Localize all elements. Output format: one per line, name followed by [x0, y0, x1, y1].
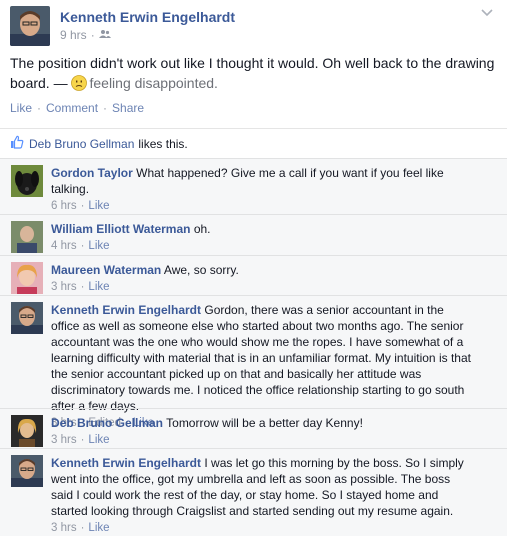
comment-text: oh.: [193, 222, 211, 236]
post-status: The position didn't work out like I thou…: [10, 53, 497, 96]
post-header: Kenneth Erwin Engelhardt 9 hrs ·: [10, 6, 497, 46]
comment-like-link[interactable]: Like: [88, 240, 109, 252]
likes-user-link[interactable]: Deb Bruno Gellman: [29, 137, 134, 151]
comment-meta: 4 hrs · Like: [51, 240, 110, 252]
comment-link[interactable]: Comment: [46, 101, 98, 115]
commenter-avatar[interactable]: [11, 165, 43, 197]
comment-like-link[interactable]: Like: [88, 434, 109, 446]
comment: Kenneth Erwin Engelhardt I was let go th…: [0, 448, 507, 536]
post-actions: Like · Comment · Share: [10, 101, 145, 115]
comment-time[interactable]: 4 hrs: [51, 240, 77, 252]
likes-summary: Deb Bruno Gellman likes this.: [0, 128, 507, 158]
thumbs-up-icon: [10, 135, 24, 152]
comment: Maureen Waterman Awe, so sorry. 3 hrs · Li…: [0, 255, 507, 295]
commenter-avatar[interactable]: [11, 262, 43, 294]
comment: William Elliott Waterman oh. 4 hrs · Like: [0, 214, 507, 255]
commenter-avatar[interactable]: [11, 221, 43, 253]
post-meta: 9 hrs ·: [60, 28, 111, 42]
commenter-avatar[interactable]: [11, 415, 43, 447]
comment-author[interactable]: Maureen Waterman: [51, 263, 161, 277]
author-avatar[interactable]: [10, 6, 50, 46]
comments-list: Gordon Taylor What happened? Give me a c…: [0, 158, 507, 536]
like-link[interactable]: Like: [10, 101, 32, 115]
comment-meta: 6 hrs · Like: [51, 200, 110, 212]
comment: Deb Bruno Gellman Tomorrow will be a bet…: [0, 408, 507, 448]
comment-meta: 3 hrs · Like: [51, 522, 110, 534]
share-link[interactable]: Share: [112, 101, 144, 115]
post-author[interactable]: Kenneth Erwin Engelhardt: [60, 9, 235, 25]
comment-time[interactable]: 3 hrs: [51, 522, 77, 534]
comment-meta: 3 hrs · Like: [51, 281, 110, 293]
comment-text: Tomorrow will be a better day Kenny!: [166, 416, 363, 430]
comment-author[interactable]: Gordon Taylor: [51, 166, 133, 180]
feeling-text: feeling disappointed.: [89, 75, 218, 91]
commenter-avatar[interactable]: [11, 302, 43, 334]
comment-time[interactable]: 3 hrs: [51, 434, 77, 446]
comment-time[interactable]: 3 hrs: [51, 281, 77, 293]
likes-suffix: likes this.: [138, 136, 188, 151]
friends-audience-icon[interactable]: [98, 28, 111, 42]
disappointed-emoji-icon: [71, 75, 88, 96]
commenter-avatar[interactable]: [11, 455, 43, 487]
facebook-post: Kenneth Erwin Engelhardt 9 hrs · The pos…: [0, 0, 507, 536]
comment-author[interactable]: William Elliott Waterman: [51, 222, 190, 236]
comment-meta: 3 hrs · Like: [51, 434, 110, 446]
comment-like-link[interactable]: Like: [88, 522, 109, 534]
comment-author[interactable]: Deb Bruno Gellman: [51, 416, 163, 430]
comment-author[interactable]: Kenneth Erwin Engelhardt: [51, 456, 201, 470]
comment-like-link[interactable]: Like: [88, 200, 109, 212]
post-time[interactable]: 9 hrs: [60, 28, 87, 42]
comment-time[interactable]: 6 hrs: [51, 200, 77, 212]
chevron-down-icon[interactable]: [479, 6, 495, 20]
comment-like-link[interactable]: Like: [88, 281, 109, 293]
comment-text: Awe, so sorry.: [163, 263, 239, 277]
comment: Kenneth Erwin Engelhardt Gordon, there w…: [0, 295, 507, 429]
comment: Gordon Taylor What happened? Give me a c…: [0, 159, 507, 214]
comment-author[interactable]: Kenneth Erwin Engelhardt: [51, 303, 201, 317]
comment-text: Gordon, there was a senior accountant in…: [51, 303, 471, 413]
